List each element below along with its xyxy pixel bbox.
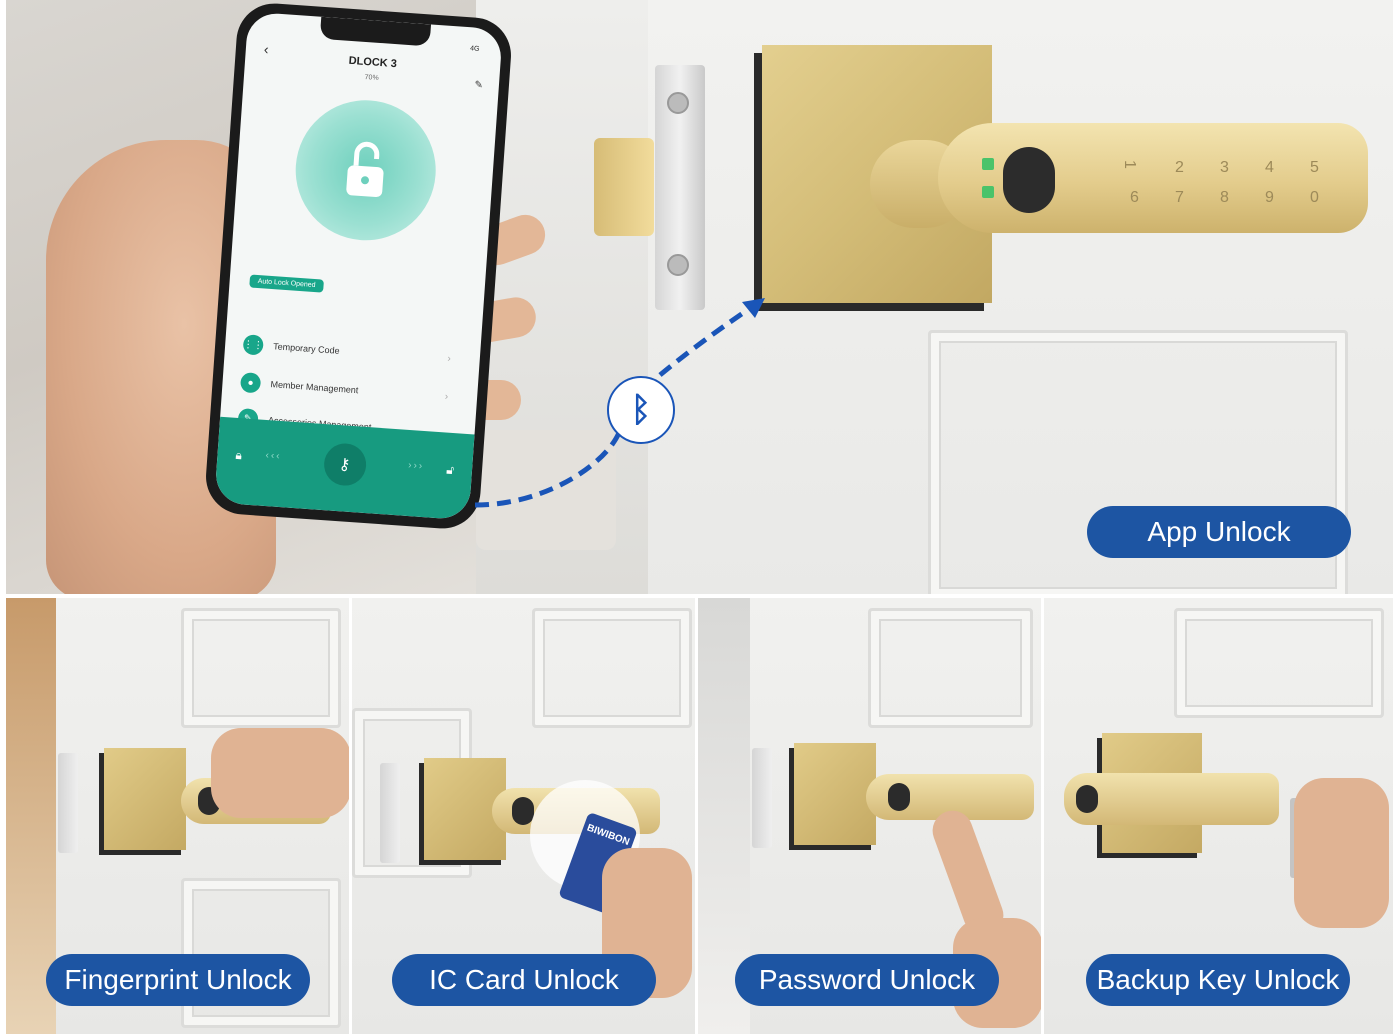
lock-icon: 🔒︎ [235, 447, 243, 463]
keypad-digits: 1 2 3 4 5 6 7 8 9 0 [1121, 159, 1319, 206]
label-app-unlock: App Unlock [1087, 506, 1351, 558]
keypad-digit: 4 [1265, 159, 1274, 176]
menu-item-member-management[interactable]: ● Member Management › [239, 368, 448, 410]
keypad-digit: 7 [1175, 189, 1184, 206]
keypad-digit: 0 [1310, 189, 1319, 206]
fingerprint-sensor [888, 783, 910, 811]
keypad-digit: 6 [1130, 189, 1139, 206]
menu-item-label: Temporary Code [272, 341, 340, 356]
unlock-icon: 🔓︎ [445, 462, 455, 478]
signal-status: 4G [469, 45, 480, 53]
keypad-digit: 9 [1265, 189, 1274, 206]
bluetooth-icon: ᛒ [607, 376, 675, 444]
phone-screen: ‹ 4G DLOCK 3 70% ✎ Auto Lock Opened ⋮⋮ T… [214, 11, 503, 521]
door-panel [868, 608, 1033, 728]
key-slider-knob[interactable]: ⚷ [322, 442, 368, 487]
strike-plate [380, 763, 400, 863]
hand [211, 728, 349, 818]
keypad-icon: ⋮⋮ [242, 334, 264, 356]
screw [667, 92, 689, 114]
door-panel [181, 608, 341, 728]
person-icon: ● [239, 372, 262, 394]
phone-notch [319, 16, 431, 47]
keypad-digit: 3 [1220, 159, 1229, 176]
label-ic-card-unlock: IC Card Unlock [392, 954, 656, 1006]
fingerprint-sensor [1076, 785, 1098, 813]
hand [1294, 778, 1389, 928]
chevron-right-icon: › [444, 390, 449, 403]
keypad-digit: 2 [1175, 159, 1184, 176]
fingerprint-sensor [1003, 147, 1055, 213]
lock-rosette [104, 748, 186, 850]
arrows-right-icon: ››› [407, 459, 425, 473]
strike-plate [58, 753, 78, 853]
keypad-digit: 8 [1220, 189, 1229, 206]
latch-bolt [594, 138, 654, 236]
label-fingerprint-unlock: Fingerprint Unlock [46, 954, 310, 1006]
slide-to-unlock-bar[interactable]: 🔒︎ ‹‹‹ ⚷ ››› 🔓︎ [214, 416, 475, 521]
menu-item-temporary-code[interactable]: ⋮⋮ Temporary Code › [242, 330, 451, 372]
strike-plate [752, 748, 772, 848]
door-panel [532, 608, 692, 728]
label-password-unlock: Password Unlock [735, 954, 999, 1006]
edit-icon[interactable]: ✎ [474, 80, 483, 92]
label-backup-key-unlock: Backup Key Unlock [1086, 954, 1350, 1006]
menu-item-label: Member Management [270, 379, 359, 396]
chevron-right-icon: › [447, 352, 452, 365]
keypad-digit: 5 [1310, 159, 1319, 176]
status-badge: Auto Lock Opened [249, 274, 324, 293]
card-brand: BIWIBON [585, 822, 631, 849]
screw [667, 254, 689, 276]
unlocked-padlock-icon [345, 141, 384, 198]
status-led-icon [982, 186, 994, 198]
battery-led-icon [982, 158, 994, 170]
lock-rosette [794, 743, 876, 845]
door-panel [1174, 608, 1384, 718]
keypad-digit: 1 [1121, 160, 1138, 169]
arrows-left-icon: ‹‹‹ [265, 449, 282, 463]
smartphone: ‹ 4G DLOCK 3 70% ✎ Auto Lock Opened ⋮⋮ T… [203, 1, 514, 531]
